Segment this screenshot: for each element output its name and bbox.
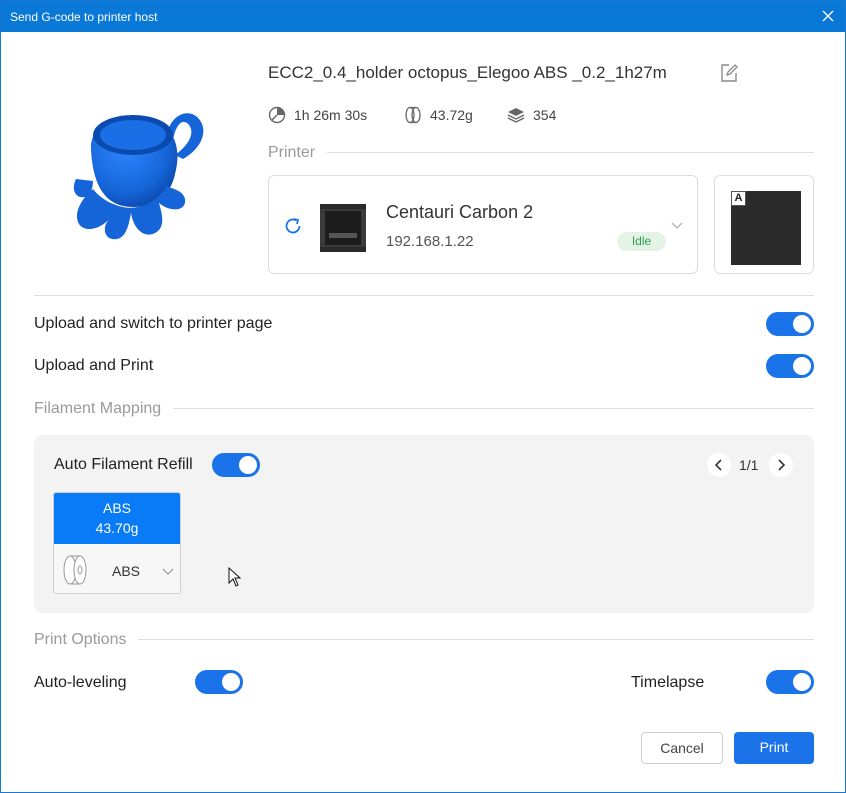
file-name: ECC2_0.4_holder octopus_Elegoo ABS _0.2_…	[268, 63, 667, 82]
cancel-button[interactable]: Cancel	[641, 732, 723, 764]
upload-print-toggle[interactable]	[766, 354, 814, 378]
plate-preview[interactable]: A	[714, 175, 814, 274]
filament-weight: 43.72g	[430, 107, 473, 123]
timelapse-label: Timelapse	[631, 674, 705, 691]
printer-name: Centauri Carbon 2	[386, 202, 534, 222]
filament-slot-weight: 43.70g	[95, 520, 139, 536]
layers-icon	[507, 108, 525, 123]
auto-refill-label: Auto Filament Refill	[54, 456, 193, 473]
window-title: Send G-code to printer host	[10, 10, 158, 24]
printer-ip: 192.168.1.22	[386, 233, 474, 250]
chevron-down-icon[interactable]	[162, 568, 174, 576]
layer-count: 354	[533, 107, 557, 123]
filament-slot-card[interactable]: ABS 43.70g ABS	[53, 492, 181, 594]
filament-mapping-panel: Auto Filament Refill 1/1 ABS 43.70g ABS	[34, 435, 814, 613]
filament-slot-header: ABS 43.70g	[54, 493, 180, 544]
auto-leveling-label: Auto-leveling	[34, 674, 127, 691]
title-bar: Send G-code to printer host	[1, 1, 845, 32]
clock-icon	[268, 106, 286, 124]
mouse-cursor-icon	[228, 567, 242, 587]
stat-layers: 354	[507, 105, 556, 125]
send-gcode-dialog: Send G-code to printer host ECC2_0.4_hol…	[0, 0, 846, 793]
filament-slot-name: ABS	[102, 500, 131, 516]
printer-divider	[268, 152, 814, 153]
chevron-down-icon[interactable]	[671, 220, 683, 230]
mapped-filament-type: ABS	[112, 563, 141, 579]
chevron-right-icon	[778, 459, 785, 471]
next-page-button[interactable]	[769, 453, 793, 477]
edit-icon[interactable]	[719, 63, 739, 83]
upload-print-label: Upload and Print	[34, 357, 154, 374]
auto-refill-toggle[interactable]	[212, 453, 260, 477]
print-time: 1h 26m 30s	[294, 107, 368, 123]
printer-selector[interactable]: Centauri Carbon 2 192.168.1.22 Idle	[268, 175, 698, 274]
print-button[interactable]: Print	[734, 732, 814, 764]
stat-weight: 43.72g	[404, 105, 473, 125]
stat-time: 1h 26m 30s	[268, 105, 367, 125]
prev-page-button[interactable]	[707, 453, 731, 477]
refresh-icon[interactable]	[283, 216, 303, 236]
printer-section-label: Printer	[268, 144, 328, 162]
print-options-divider	[34, 639, 814, 640]
filament-mapping-label: Filament Mapping	[34, 400, 174, 418]
close-icon[interactable]	[819, 7, 837, 25]
filament-spool-icon	[405, 106, 421, 124]
model-preview-image	[73, 113, 204, 240]
printer-image	[320, 204, 366, 252]
section-divider	[34, 295, 814, 296]
upload-switch-label: Upload and switch to printer page	[34, 315, 273, 332]
page-indicator: 1/1	[739, 457, 759, 473]
filament-spool-icon	[63, 555, 87, 585]
status-badge: Idle	[617, 232, 666, 251]
auto-leveling-toggle[interactable]	[195, 670, 243, 694]
plate-badge: A	[731, 191, 746, 206]
timelapse-toggle[interactable]	[766, 670, 814, 694]
upload-switch-toggle[interactable]	[766, 312, 814, 336]
print-options-label: Print Options	[34, 631, 139, 649]
chevron-left-icon	[715, 459, 722, 471]
